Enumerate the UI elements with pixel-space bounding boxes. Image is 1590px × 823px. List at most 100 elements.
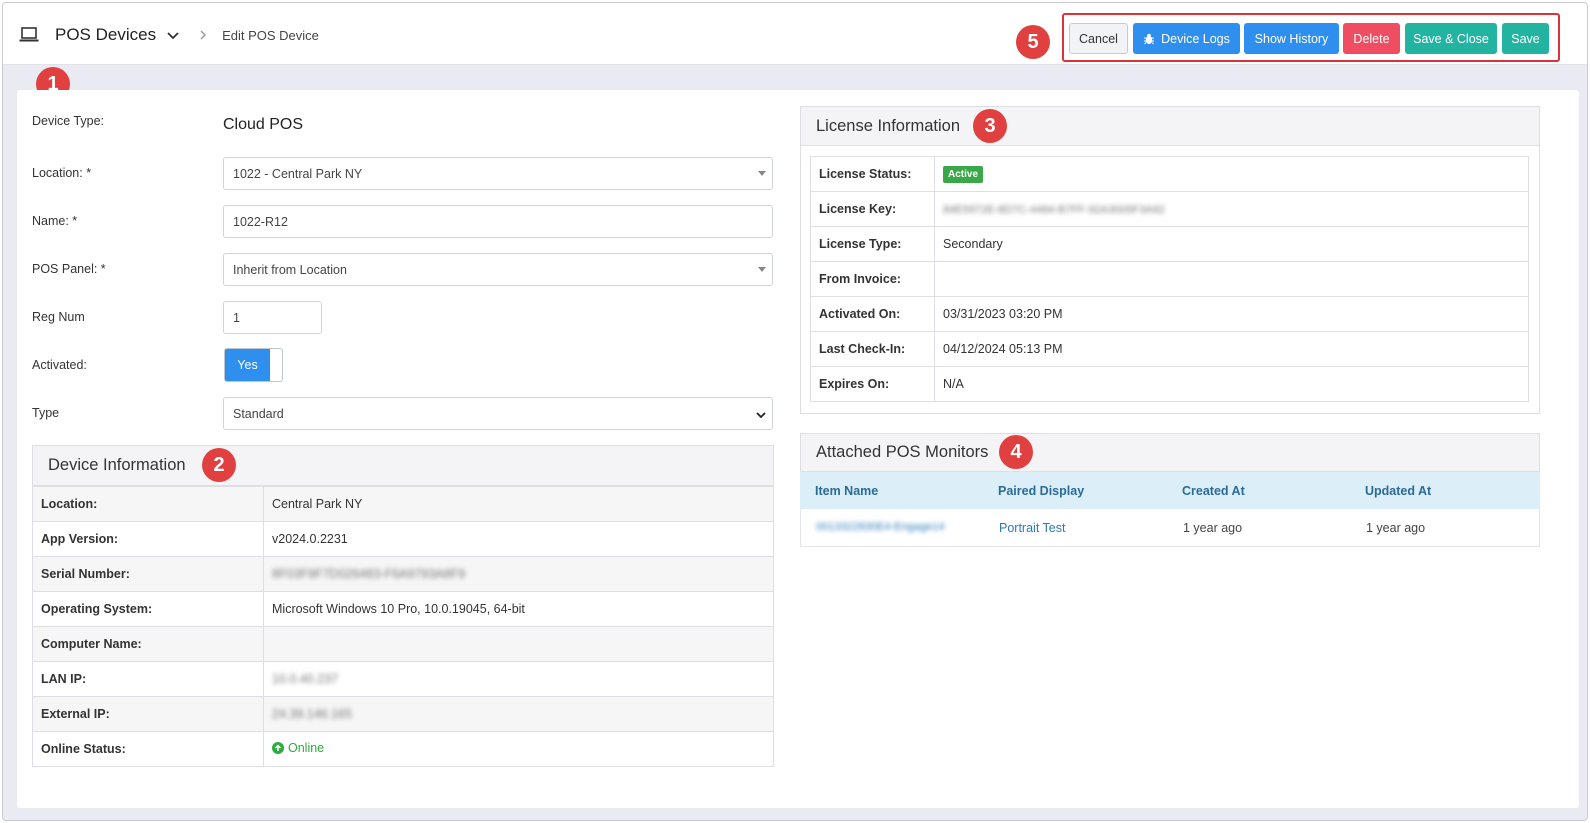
type-select[interactable]: Standard	[223, 397, 773, 430]
monitors-table-header: Item Name Paired Display Created At Upda…	[800, 472, 1540, 509]
location-select[interactable]: 1022 - Central Park NY	[223, 157, 773, 190]
table-row: Location: Central Park NY	[32, 486, 774, 522]
reg-num-input-value: 1	[233, 310, 240, 325]
chevron-down-icon[interactable]	[166, 28, 180, 42]
license-info-header: License Information	[800, 106, 1540, 146]
save-close-button[interactable]: Save & Close	[1405, 23, 1497, 54]
updated-at: 1 year ago	[1366, 521, 1426, 535]
chevron-right-icon	[198, 28, 208, 42]
activated-label: Activated:	[32, 358, 87, 372]
top-bar: POS Devices Edit POS Device 5 Cancel Dev…	[3, 3, 1587, 65]
license-key-label: License Status:	[810, 156, 935, 192]
location-select-value: 1022 - Central Park NY	[233, 166, 363, 181]
monitors-title: Attached POS Monitors	[816, 443, 989, 461]
device-type-label: Device Type:	[32, 114, 105, 128]
delete-button[interactable]: Delete	[1343, 23, 1400, 54]
status-badge: Active	[943, 165, 984, 183]
type-label: Type	[32, 406, 60, 420]
table-row: License Key: 84E5972E-8D7C-4484-B7FF-92A…	[810, 191, 1529, 227]
module-title[interactable]: POS Devices	[55, 25, 156, 45]
show-history-button[interactable]: Show History	[1244, 23, 1339, 54]
license-value: 03/31/2023 03:20 PM	[934, 296, 1529, 332]
column-header[interactable]: Item Name	[815, 484, 878, 498]
laptop-icon	[19, 27, 39, 43]
table-row: 0013322830E4-Engage14 Portrait Test 1 ye…	[800, 509, 1540, 547]
license-value: N/A	[934, 366, 1529, 402]
save-button[interactable]: Save	[1502, 23, 1549, 54]
license-key-label: From Invoice:	[810, 261, 935, 297]
license-key-label: Last Check-In:	[810, 331, 935, 367]
table-row: Operating System: Microsoft Windows 10 P…	[32, 591, 774, 627]
column-header[interactable]: Created At	[1182, 484, 1245, 498]
license-key-value: 84E5972E-8D7C-4484-B7FF-92A3005F3A92	[943, 204, 1165, 216]
type-select-value: Standard	[233, 406, 284, 421]
device-info-value: Online	[263, 731, 774, 767]
device-info-key: Online Status:	[32, 731, 264, 767]
column-header[interactable]: Paired Display	[998, 484, 1084, 498]
name-label: Name: *	[32, 214, 78, 228]
table-row: Expires On: N/A	[810, 366, 1529, 402]
device-logs-label: Device Logs	[1161, 31, 1230, 46]
monitors-header: Attached POS Monitors	[800, 433, 1540, 472]
column-header[interactable]: Updated At	[1365, 484, 1431, 498]
activated-toggle-on: Yes	[225, 349, 270, 381]
arrow-up-circle-icon	[272, 742, 284, 754]
serial-number-value: 8F03F9F7D026483-F6A9793A8F9	[272, 567, 466, 581]
name-input[interactable]: 1022-R12	[223, 205, 773, 238]
name-input-value: 1022-R12	[233, 214, 288, 229]
device-info-value	[263, 626, 774, 662]
table-row: Activated On: 03/31/2023 03:20 PM	[810, 296, 1529, 332]
caret-down-icon	[758, 267, 766, 272]
table-row: License Status: Active	[810, 156, 1529, 192]
callout-4: 4	[999, 435, 1033, 469]
device-info-header: Device Information	[32, 445, 774, 486]
cancel-button[interactable]: Cancel	[1069, 23, 1128, 54]
device-info-title: Device Information	[48, 456, 186, 474]
table-row: From Invoice:	[810, 261, 1529, 297]
license-info-table: License Status: Active License Key: 84E5…	[810, 156, 1529, 402]
device-type-value: Cloud POS	[223, 116, 304, 133]
license-info-title: License Information	[816, 116, 960, 135]
table-row: Online Status: Online	[32, 731, 774, 767]
device-info-value: 8F03F9F7D026483-F6A9793A8F9	[263, 556, 774, 592]
device-info-value: Microsoft Windows 10 Pro, 10.0.19045, 64…	[263, 591, 774, 627]
reg-num-input[interactable]: 1	[223, 301, 322, 334]
location-label: Location: *	[32, 166, 92, 180]
caret-down-icon	[758, 171, 766, 176]
device-info-table: Location: Central Park NY App Version: v…	[32, 486, 774, 767]
table-row: LAN IP: 10.0.40.237	[32, 661, 774, 697]
paired-display-link[interactable]: Portrait Test	[999, 521, 1065, 535]
device-info-value: Central Park NY	[263, 486, 774, 522]
license-value: 84E5972E-8D7C-4484-B7FF-92A3005F3A92	[934, 191, 1529, 227]
device-info-value: 10.0.40.237	[263, 661, 774, 697]
device-info-key: External IP:	[32, 696, 264, 732]
table-row: License Type: Secondary	[810, 226, 1529, 262]
device-logs-button[interactable]: Device Logs	[1133, 23, 1240, 54]
callout-5: 5	[1016, 25, 1050, 59]
license-value: Active	[934, 156, 1529, 192]
table-row: Last Check-In: 04/12/2024 05:13 PM	[810, 331, 1529, 367]
device-info-value: 24.39.146.165	[263, 696, 774, 732]
callout-3: 3	[973, 109, 1007, 143]
created-at: 1 year ago	[1183, 521, 1243, 535]
bug-icon	[1143, 33, 1155, 45]
online-status: Online	[272, 741, 324, 755]
license-value: Secondary	[934, 226, 1529, 262]
lan-ip-value: 10.0.40.237	[272, 672, 339, 686]
device-info-key: Location:	[32, 486, 264, 522]
breadcrumb-current: Edit POS Device	[222, 27, 319, 43]
device-info-key: App Version:	[32, 521, 264, 557]
pos-panel-select[interactable]: Inherit from Location	[223, 253, 773, 286]
activated-toggle[interactable]: Yes	[224, 348, 283, 382]
external-ip-value: 24.39.146.165	[272, 707, 352, 721]
monitor-item-link[interactable]: 0013322830E4-Engage14	[816, 521, 944, 533]
device-info-key: Computer Name:	[32, 626, 264, 662]
table-row: App Version: v2024.0.2231	[32, 521, 774, 557]
license-value	[934, 261, 1529, 297]
device-info-key: LAN IP:	[32, 661, 264, 697]
online-status-text: Online	[288, 741, 325, 755]
device-edit-card: Device Type: Cloud POS Location: * 1022 …	[17, 90, 1579, 808]
license-value: 04/12/2024 05:13 PM	[934, 331, 1529, 367]
device-info-key: Operating System:	[32, 591, 264, 627]
callout-2: 2	[202, 448, 236, 482]
